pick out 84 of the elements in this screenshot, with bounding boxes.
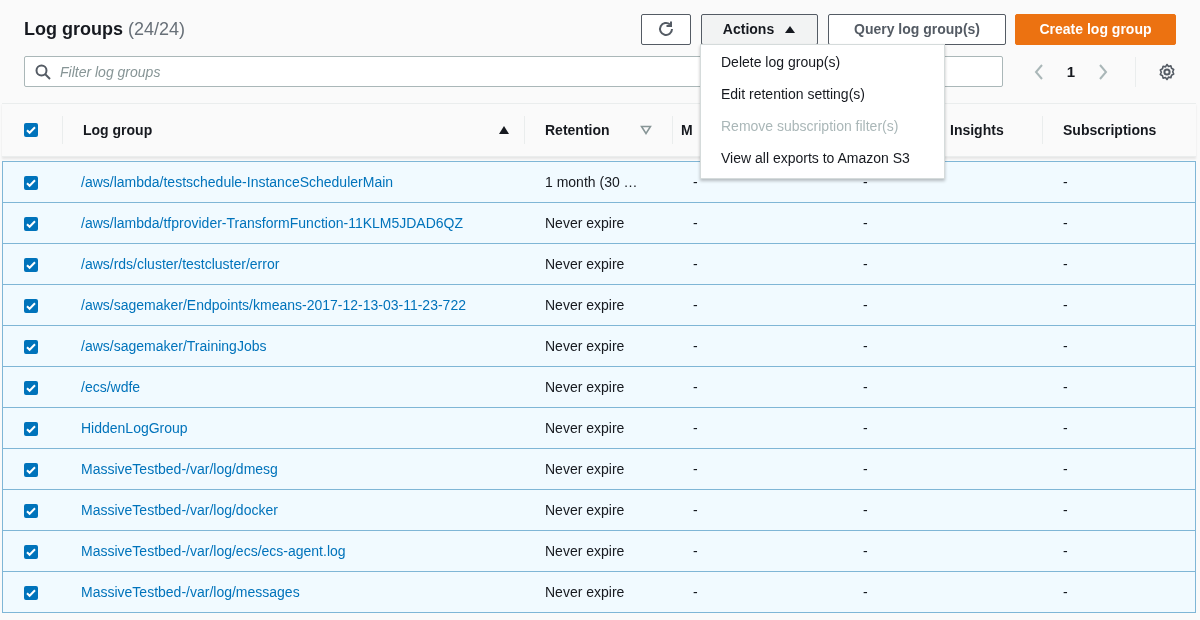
table-cell: -: [1063, 502, 1068, 518]
checkbox[interactable]: [24, 123, 38, 137]
log-group-link[interactable]: /aws/sagemaker/TrainingJobs: [81, 338, 267, 354]
table-cell: Never expire: [545, 461, 625, 477]
checkbox[interactable]: [24, 340, 38, 355]
checkbox[interactable]: [24, 217, 38, 232]
table-cell: Never expire: [545, 543, 625, 559]
table-cell: -: [863, 461, 868, 477]
checkbox[interactable]: [24, 504, 38, 519]
sort-icon[interactable]: [640, 125, 652, 135]
table-cell: -: [1063, 256, 1068, 272]
table-cell: -: [1063, 338, 1068, 354]
table-cell: -: [863, 338, 868, 354]
table-cell: Never expire: [545, 420, 625, 436]
table-cell: Never expire: [545, 379, 625, 395]
table-cell: 1 month (30 …: [545, 174, 638, 190]
log-group-link[interactable]: /ecs/wdfe: [81, 379, 141, 395]
checkbox[interactable]: [24, 422, 38, 437]
table-cell: -: [693, 174, 698, 190]
table-cell: -: [1063, 297, 1068, 313]
table-cell: Never expire: [545, 297, 625, 313]
table-cell: Never expire: [545, 502, 625, 518]
table-cell: -: [1063, 379, 1068, 395]
actions-button[interactable]: Actions: [701, 13, 818, 45]
table-cell: -: [1063, 584, 1068, 600]
table-cell: Never expire: [545, 256, 625, 272]
sort-ascending-icon[interactable]: [498, 125, 510, 135]
page-number[interactable]: 1: [1066, 63, 1075, 80]
table-cell: Never expire: [545, 338, 625, 354]
search-icon: [35, 64, 51, 80]
table-cell: -: [693, 502, 698, 518]
table-cell: -: [693, 215, 698, 231]
table-cell: -: [693, 584, 698, 600]
log-group-link[interactable]: HiddenLogGroup: [81, 420, 188, 436]
table-cell: -: [1063, 420, 1068, 436]
table-cell: -: [693, 543, 698, 559]
table-cell: -: [1063, 174, 1068, 190]
table-cell: Never expire: [545, 215, 625, 231]
table-cell: -: [693, 420, 698, 436]
table-cell: -: [693, 379, 698, 395]
table-cell: -: [863, 502, 868, 518]
column-header[interactable]: Insights: [950, 122, 1004, 138]
log-group-link[interactable]: MassiveTestbed-/var/log/dmesg: [81, 461, 278, 477]
checkbox[interactable]: [24, 176, 38, 191]
checkbox[interactable]: [24, 586, 38, 601]
checkbox[interactable]: [24, 463, 38, 478]
column-header[interactable]: Subscriptions: [1063, 122, 1157, 138]
query-button[interactable]: Query log group(s): [828, 13, 1006, 45]
table-cell: -: [693, 461, 698, 477]
table-cell: -: [863, 215, 868, 231]
table-cell: -: [863, 256, 868, 272]
table-cell: -: [863, 543, 868, 559]
checkbox[interactable]: [24, 258, 38, 273]
log-group-link[interactable]: /aws/lambda/tfprovider-TransformFunction-11KLM5JDAD6QZ: [81, 215, 464, 231]
refresh-button[interactable]: [641, 13, 691, 45]
table-cell: -: [693, 256, 698, 272]
table-cell: Never expire: [545, 584, 625, 600]
table-cell: -: [863, 174, 868, 190]
column-header[interactable]: M: [681, 122, 693, 138]
page-title: Log groups (24/24): [24, 18, 187, 40]
settings-icon[interactable]: [1158, 62, 1176, 81]
table-cell: -: [1063, 543, 1068, 559]
column-header[interactable]: Retention: [545, 122, 610, 138]
log-group-link[interactable]: /aws/lambda/testschedule-InstanceSchedulerMain: [81, 174, 394, 190]
log-group-link[interactable]: MassiveTestbed-/var/log/messages: [81, 584, 300, 600]
table-cell: -: [863, 584, 868, 600]
log-group-link[interactable]: /aws/rds/cluster/testcluster/error: [81, 256, 280, 272]
table-cell: -: [863, 420, 868, 436]
log-group-link[interactable]: /aws/sagemaker/Endpoints/kmeans-2017-12-13-03-11-23-722: [81, 297, 466, 313]
menu-item[interactable]: View all exports to Amazon S3: [701, 142, 944, 174]
table-cell: -: [693, 297, 698, 313]
table-cell: -: [863, 297, 868, 313]
create-button[interactable]: Create log group: [1015, 13, 1176, 45]
checkbox[interactable]: [24, 299, 38, 314]
column-header[interactable]: Log group: [83, 122, 153, 138]
checkbox[interactable]: [24, 381, 38, 396]
table-cell: -: [863, 379, 868, 395]
table-cell: -: [1063, 215, 1068, 231]
log-group-link[interactable]: MassiveTestbed-/var/log/docker: [81, 502, 278, 518]
checkbox[interactable]: [24, 545, 38, 560]
table-cell: -: [1063, 461, 1068, 477]
log-group-link[interactable]: MassiveTestbed-/var/log/ecs/ecs-agent.log: [81, 543, 346, 559]
table-cell: -: [693, 338, 698, 354]
refresh-icon: [657, 20, 675, 38]
